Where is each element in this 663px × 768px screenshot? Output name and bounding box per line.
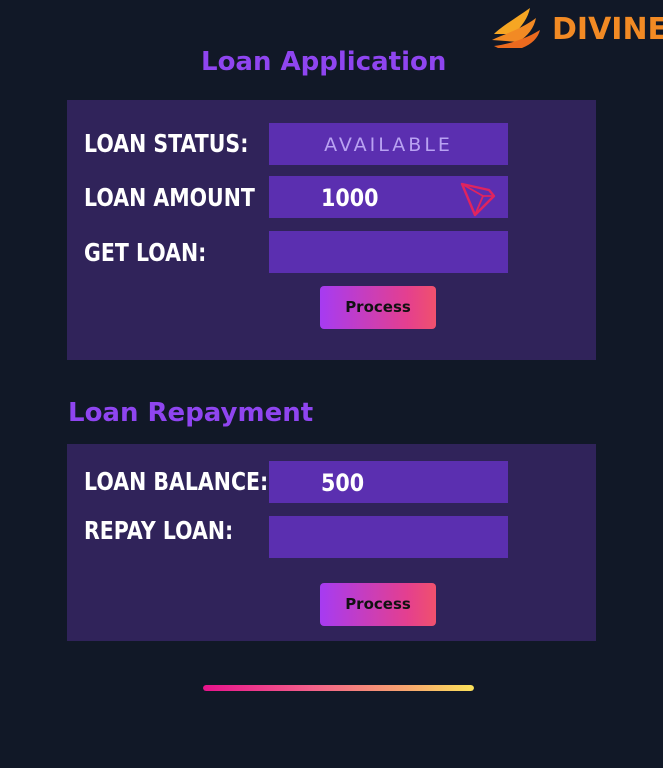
loan-balance-field: 500 bbox=[269, 461, 508, 503]
repay-loan-label: REPAY LOAN: bbox=[84, 516, 234, 545]
loan-amount-label: LOAN AMOUNT bbox=[84, 183, 255, 212]
get-loan-process-button[interactable]: Process bbox=[320, 286, 436, 329]
repay-loan-field[interactable] bbox=[269, 516, 508, 558]
get-loan-input[interactable] bbox=[269, 231, 508, 273]
get-loan-field[interactable] bbox=[269, 231, 508, 273]
progress-bar-fill bbox=[203, 685, 474, 691]
repay-loan-process-button[interactable]: Process bbox=[320, 583, 436, 626]
progress-bar bbox=[203, 685, 474, 691]
tron-icon bbox=[460, 181, 496, 221]
loan-balance-label: LOAN BALANCE: bbox=[84, 467, 269, 496]
brand-logo bbox=[490, 4, 544, 48]
get-loan-label: GET LOAN: bbox=[84, 238, 207, 267]
loan-amount-value: 1000 bbox=[321, 184, 379, 212]
loan-repayment-title: Loan Repayment bbox=[68, 398, 314, 428]
loan-status-value: AVAILABLE bbox=[324, 134, 453, 156]
loan-balance-value: 500 bbox=[321, 469, 365, 497]
repay-loan-input[interactable] bbox=[269, 516, 508, 558]
loan-application-title: Loan Application bbox=[201, 47, 447, 77]
brand-name: DIVINE bbox=[552, 12, 663, 47]
loan-status-field: AVAILABLE bbox=[269, 123, 508, 165]
loan-amount-field: 1000 bbox=[269, 176, 508, 218]
loan-status-label: LOAN STATUS: bbox=[84, 129, 249, 158]
wing-icon bbox=[490, 4, 544, 48]
